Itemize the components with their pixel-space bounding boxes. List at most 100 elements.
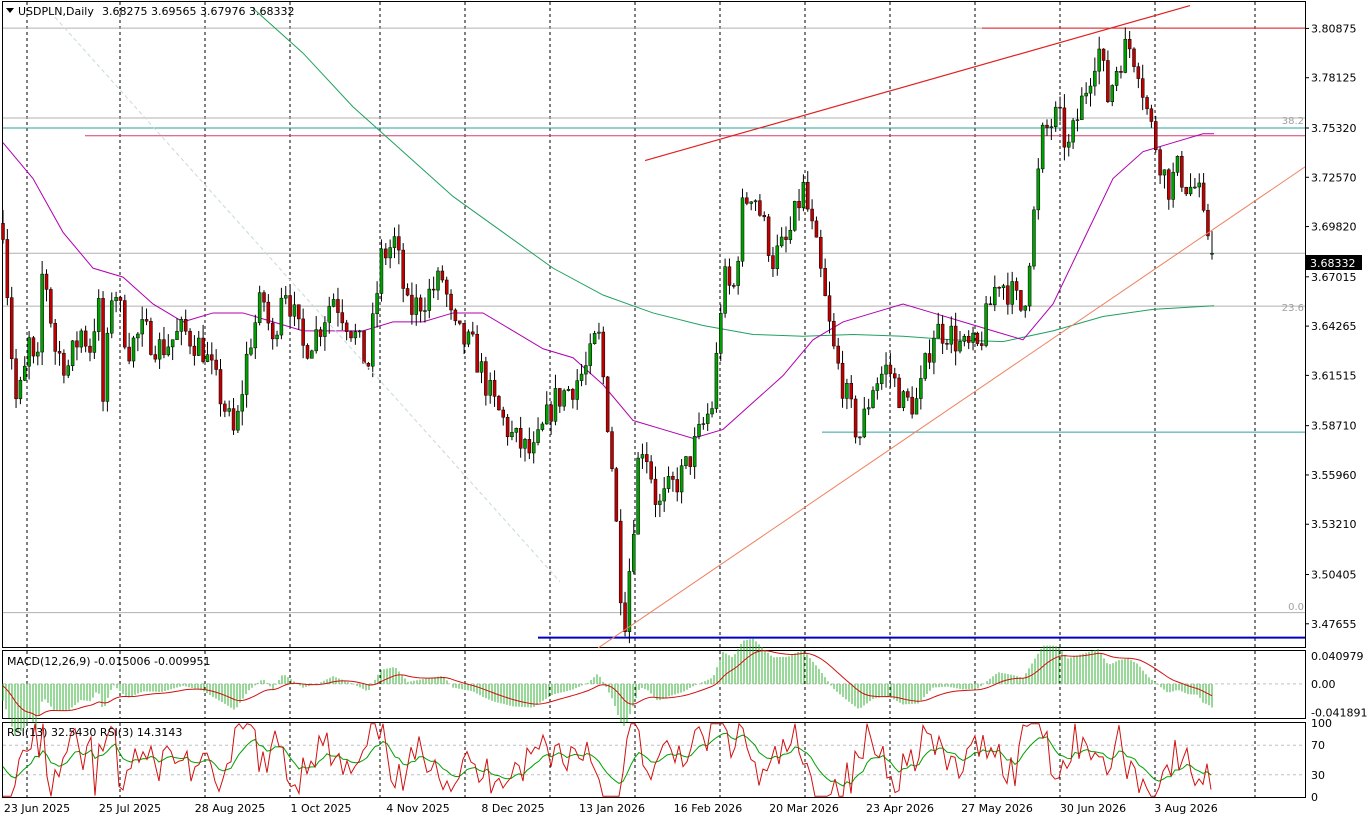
candle-body: [1119, 71, 1123, 73]
candle-body: [958, 341, 962, 352]
candle-body: [553, 388, 558, 422]
candle-body: [210, 354, 214, 361]
y-tick-label: 3.50405: [1311, 569, 1357, 582]
candle-body: [431, 288, 436, 291]
candle-body: [936, 323, 940, 339]
candle-body: [418, 297, 423, 312]
candle-body: [297, 304, 301, 320]
candle-body: [318, 329, 323, 337]
x-tick-label: 28 Aug 2025: [195, 802, 265, 815]
candle-body: [375, 293, 379, 314]
candle-body: [779, 236, 784, 247]
candle-body: [588, 343, 592, 366]
x-tick-label: 30 Jun 2026: [1060, 802, 1126, 815]
candle-body: [719, 312, 723, 354]
candle-body: [501, 409, 505, 418]
candle-body: [153, 354, 157, 360]
candle-body: [579, 373, 584, 381]
candle-body: [83, 330, 88, 347]
macd-tick-label: 0.00: [1311, 678, 1336, 691]
candle-body: [162, 339, 166, 356]
candle-body: [966, 335, 971, 343]
macd-label: MACD(12,26,9) -0.015006 -0.009951: [7, 655, 210, 668]
ohlc-values: 3.68275 3.69565 3.67976 3.68332: [102, 5, 294, 18]
candle-body: [1167, 169, 1171, 200]
candle-body: [88, 345, 92, 353]
candle-body: [610, 431, 614, 469]
candle-body: [849, 382, 853, 400]
candle-body: [262, 292, 266, 303]
candle-body: [183, 319, 188, 332]
main-plot-frame: [2, 1, 1306, 648]
candle-body: [919, 378, 923, 399]
candle-body: [458, 320, 462, 324]
candle-body: [923, 353, 927, 379]
candle-body: [366, 363, 371, 367]
candle-body: [679, 465, 684, 493]
candle-body: [353, 331, 358, 339]
candle-body: [244, 353, 249, 395]
candle-body: [853, 398, 858, 438]
y-tick-label: 3.47655: [1311, 618, 1357, 631]
candle-body: [405, 288, 410, 296]
candle-body: [340, 312, 345, 324]
candle-body: [906, 391, 910, 398]
candle-body: [1023, 305, 1027, 311]
candle-body: [205, 354, 210, 362]
candle-body: [275, 334, 279, 340]
candle-body: [484, 361, 488, 396]
candle-body: [1010, 281, 1014, 305]
candle-body: [223, 403, 227, 412]
candle-body: [1140, 78, 1145, 98]
candle-body: [444, 279, 449, 295]
candle-body: [1040, 124, 1045, 170]
candle-body: [301, 318, 305, 346]
candle-body: [75, 340, 79, 348]
candle-body: [23, 365, 27, 381]
candle-body: [558, 388, 562, 407]
candle-body: [1145, 97, 1149, 110]
candle-body: [101, 298, 105, 402]
candle-body: [5, 239, 10, 298]
candle-body: [836, 345, 840, 364]
candle-body: [49, 289, 53, 324]
candle-body: [623, 602, 627, 632]
candle-body: [9, 297, 14, 360]
candle-body: [1001, 285, 1006, 289]
y-tick-label: 3.69820: [1311, 221, 1357, 234]
candle-body: [392, 236, 397, 248]
candle-body: [671, 476, 675, 480]
y-tick-label: 3.53210: [1311, 518, 1357, 531]
candle-body: [1114, 71, 1119, 86]
candle-body: [40, 273, 44, 353]
candle-body: [980, 343, 984, 346]
candle-body: [384, 248, 388, 259]
candle-body: [1132, 48, 1136, 67]
candle-body: [1101, 48, 1106, 61]
candle-body: [266, 301, 271, 324]
candle-body: [475, 333, 479, 373]
candle-body: [414, 297, 418, 315]
candle-body-last: [1210, 252, 1214, 255]
candle-body: [745, 197, 749, 204]
candle-body: [666, 476, 671, 489]
candle-body: [975, 332, 980, 344]
candle-body: [57, 351, 62, 354]
rsi-tick-label: 100: [1311, 717, 1332, 730]
candle-body: [1014, 281, 1019, 291]
candle-body: [27, 337, 31, 367]
candle-body: [945, 343, 949, 345]
x-tick-label: 23 Apr 2026: [866, 802, 934, 815]
candle-body: [601, 331, 606, 378]
candle-body: [993, 286, 997, 306]
candle-body: [462, 323, 466, 345]
candle-body: [636, 457, 640, 535]
candle-body: [362, 330, 366, 364]
candle-body: [545, 404, 549, 425]
y-tick-label: 3.75320: [1311, 122, 1357, 135]
x-tick-label: 23 Jun 2025: [4, 802, 70, 815]
candle-body: [614, 468, 619, 522]
candle-body: [784, 236, 788, 240]
candle-body: [749, 201, 753, 204]
candle-body: [562, 390, 566, 407]
